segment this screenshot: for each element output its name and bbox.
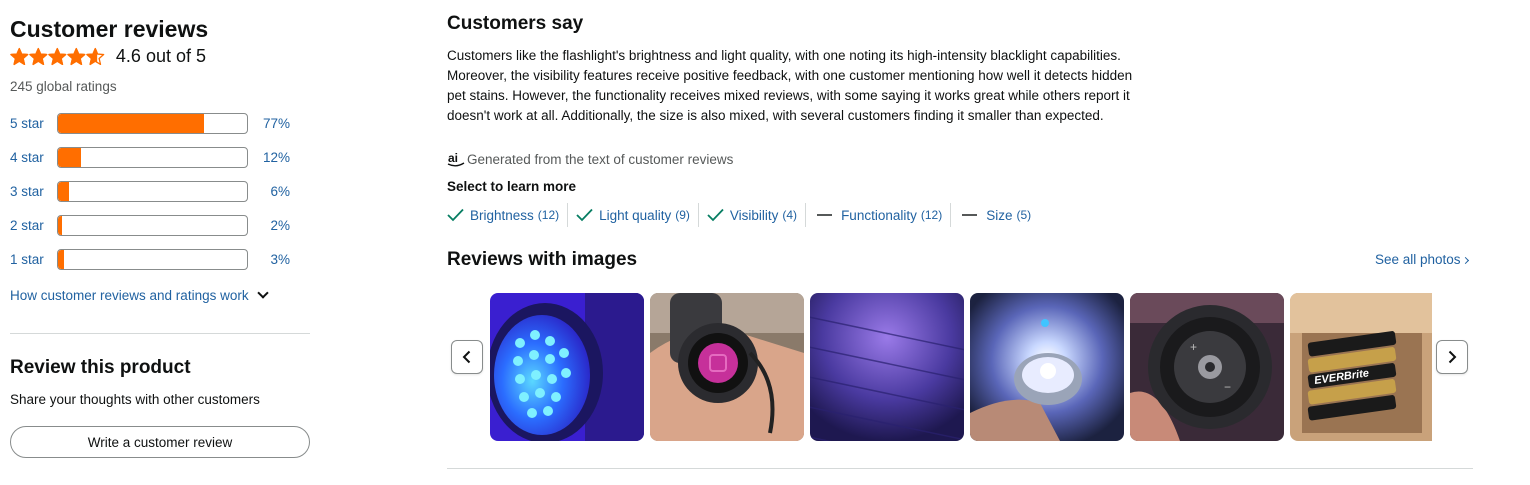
ai-note-text: Generated from the text of customer revi… <box>467 151 734 167</box>
how-reviews-work-label[interactable]: How customer reviews and ratings work <box>10 288 249 303</box>
review-image-beam-in-hand[interactable] <box>970 293 1124 441</box>
divider <box>447 468 1473 469</box>
divider <box>10 333 310 334</box>
customers-say-summary: Customers like the flashlight's brightne… <box>447 48 1133 123</box>
chevron-left-icon[interactable] <box>461 350 473 364</box>
histogram-bar[interactable] <box>57 248 248 270</box>
star-full-icon <box>10 47 29 65</box>
histogram-bar-fill <box>58 249 64 269</box>
review-image-uv-floor[interactable] <box>810 293 964 441</box>
histogram-percent[interactable]: 6% <box>248 184 290 199</box>
histogram-bar[interactable] <box>57 214 248 236</box>
star-rating <box>10 47 105 66</box>
star-full-icon <box>67 47 86 65</box>
histogram-bar-fill <box>58 181 70 201</box>
global-ratings-count: 245 global ratings <box>10 79 117 94</box>
aspect-name[interactable]: Visibility <box>730 208 779 223</box>
write-review-button[interactable]: Write a customer review <box>10 426 310 458</box>
histogram-bar[interactable] <box>57 146 248 168</box>
aspect-count[interactable]: (12) <box>538 208 559 222</box>
histogram-row-5-star[interactable]: 5 star 77% <box>10 112 300 134</box>
svg-text:ai: ai <box>448 151 458 165</box>
check-icon <box>576 208 593 222</box>
aspect-light-quality[interactable]: Light quality (9) <box>576 203 699 227</box>
aspect-name[interactable]: Size <box>986 208 1012 223</box>
chevron-right-icon[interactable] <box>1446 350 1458 364</box>
aspect-count[interactable]: (9) <box>675 208 690 222</box>
histogram-label[interactable]: 4 star <box>10 150 57 165</box>
how-reviews-work-link[interactable]: How customer reviews and ratings work <box>10 287 269 303</box>
histogram-bar-fill <box>58 215 62 235</box>
star-half-icon <box>86 47 105 65</box>
average-rating[interactable]: 4.6 out of 5 <box>10 44 206 68</box>
histogram-bar[interactable] <box>57 180 248 202</box>
histogram-row-3-star[interactable]: 3 star 6% <box>10 180 300 202</box>
aspect-count[interactable]: (5) <box>1016 208 1031 222</box>
review-product-title: Review this product <box>10 357 191 378</box>
aspect-name[interactable]: Brightness <box>470 208 534 223</box>
aspect-functionality[interactable]: Functionality (12) <box>814 203 952 227</box>
aspect-name[interactable]: Light quality <box>599 208 671 223</box>
aspect-count[interactable]: (12) <box>921 208 942 222</box>
histogram-row-2-star[interactable]: 2 star 2% <box>10 214 300 236</box>
rating-text: 4.6 out of 5 <box>115 46 206 66</box>
chevron-down-icon[interactable] <box>256 287 269 299</box>
histogram-percent[interactable]: 3% <box>248 252 290 267</box>
histogram-label[interactable]: 1 star <box>10 252 57 267</box>
star-full-icon <box>29 47 48 65</box>
histogram-row-1-star[interactable]: 1 star 3% <box>10 248 300 270</box>
customers-say-title: Customers say <box>447 13 584 34</box>
carousel-next-button[interactable] <box>1436 340 1468 374</box>
reviews-with-images-title: Reviews with images <box>447 249 638 270</box>
histogram-bar-fill <box>58 147 81 167</box>
histogram-percent[interactable]: 12% <box>248 150 290 165</box>
histogram-bar[interactable] <box>57 112 248 134</box>
aspect-count[interactable]: (4) <box>782 208 797 222</box>
carousel-prev-button[interactable] <box>451 340 483 374</box>
star-full-icon <box>48 47 67 65</box>
ai-icon: ai <box>447 150 465 168</box>
aspect-brightness[interactable]: Brightness (12) <box>447 203 569 227</box>
ai-generated-note: ai Generated from the text of customer r… <box>447 150 733 168</box>
aspect-name[interactable]: Functionality <box>841 208 917 223</box>
review-image-battery-cap[interactable]: + − <box>1130 293 1284 441</box>
histogram-label[interactable]: 2 star <box>10 218 57 233</box>
svg-text:−: − <box>1224 380 1231 394</box>
histogram-percent[interactable]: 2% <box>248 218 290 233</box>
review-images-carousel: + − EVERBrite <box>490 293 1432 441</box>
review-product-subtitle: Share your thoughts with other customers <box>10 392 260 407</box>
histogram-row-4-star[interactable]: 4 star 12% <box>10 146 300 168</box>
check-icon <box>707 208 724 222</box>
aspect-size[interactable]: Size (5) <box>959 203 1039 227</box>
dash-icon <box>962 214 978 216</box>
customer-reviews-title: Customer reviews <box>10 16 209 42</box>
svg-text:+: + <box>1190 340 1197 354</box>
see-all-photos-link[interactable]: See all photos <box>1375 252 1469 267</box>
histogram-bar-fill <box>58 113 204 133</box>
dash-icon <box>817 214 833 216</box>
review-image-uv-flashlight[interactable] <box>490 293 644 441</box>
aspect-visibility[interactable]: Visibility (4) <box>707 203 807 227</box>
select-to-learn-more: Select to learn more <box>447 179 577 194</box>
chevron-right-icon[interactable] <box>1461 256 1469 265</box>
histogram-label[interactable]: 3 star <box>10 184 57 199</box>
review-image-batteries[interactable]: EVERBrite <box>1290 293 1432 441</box>
aspect-filters: Brightness (12) Light quality (9) Visibi… <box>447 203 1047 227</box>
see-all-photos-label[interactable]: See all photos <box>1375 252 1461 267</box>
histogram-label[interactable]: 5 star <box>10 116 57 131</box>
histogram-percent[interactable]: 77% <box>248 116 290 131</box>
check-icon <box>447 208 464 222</box>
review-image-pink-button[interactable] <box>650 293 804 441</box>
